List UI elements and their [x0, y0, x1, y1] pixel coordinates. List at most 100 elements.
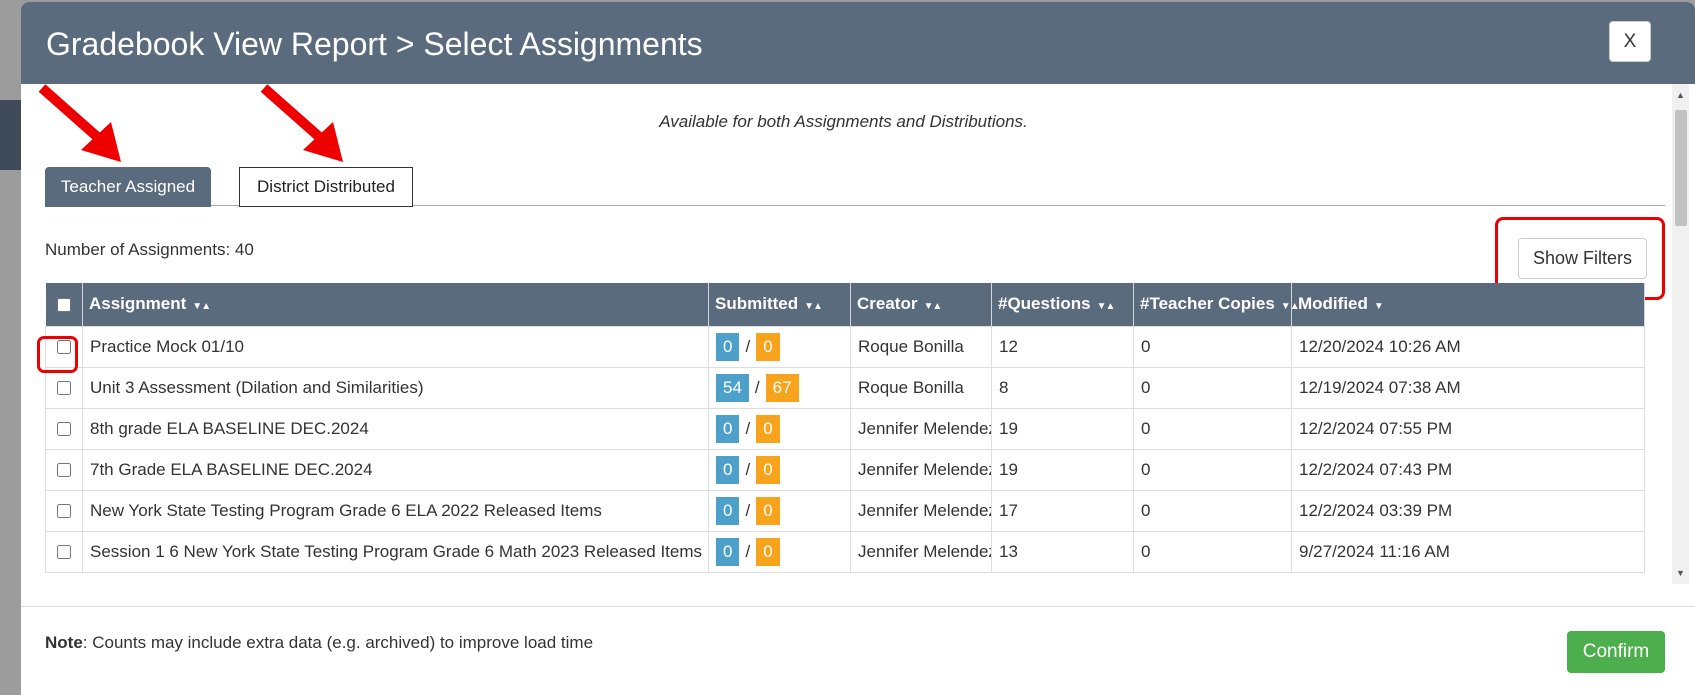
select-all-cell [45, 283, 83, 326]
submitted-cell: 0/0 [708, 448, 851, 491]
questions-cell: 8 [991, 366, 1134, 409]
modified-cell: 12/2/2024 03:39 PM [1291, 489, 1645, 532]
questions-cell: 19 [991, 407, 1134, 450]
row-checkbox[interactable] [57, 422, 71, 437]
table-row[interactable]: Practice Mock 01/10 0/0 Roque Bonilla 12 0 12… [45, 325, 1645, 368]
modified-cell: 12/20/2024 10:26 AM [1291, 325, 1645, 368]
questions-cell: 12 [991, 325, 1134, 368]
submitted-cell: 0/0 [708, 489, 851, 532]
row-checkbox[interactable] [57, 463, 71, 478]
column-questions[interactable]: #Questions ▼▲ [991, 283, 1134, 326]
assignment-name[interactable]: New York State Testing Program Grade 6 E… [82, 489, 709, 532]
total-count-badge: 0 [756, 414, 780, 443]
column-submitted[interactable]: Submitted ▼▲ [708, 283, 851, 326]
column-label: #Teacher Copies [1140, 294, 1275, 314]
row-checkbox-cell [45, 489, 83, 532]
confirm-button[interactable]: Confirm [1567, 631, 1665, 673]
checkbox-highlight [37, 336, 78, 373]
row-checkbox-cell [45, 530, 83, 573]
teacher-copies-cell: 0 [1133, 448, 1292, 491]
teacher-copies-cell: 0 [1133, 489, 1292, 532]
creator-cell: Jennifer Melendez [850, 530, 992, 573]
teacher-copies-cell: 0 [1133, 530, 1292, 573]
column-creator[interactable]: Creator ▼▲ [850, 283, 992, 326]
tab-teacher-assigned[interactable]: Teacher Assigned [45, 167, 211, 207]
table-header-row: Assignment ▼▲ Submitted ▼▲ Creator ▼▲ #Ques… [45, 283, 1645, 326]
separator: / [754, 377, 760, 397]
modified-cell: 9/27/2024 11:16 AM [1291, 530, 1645, 573]
table-row[interactable]: Unit 3 Assessment (Dilation and Similari… [45, 366, 1645, 409]
scroll-up-icon[interactable]: ▲ [1676, 90, 1685, 100]
submitted-cell: 0/0 [708, 530, 851, 573]
column-modified[interactable]: Modified ▼ [1291, 283, 1645, 326]
table-row[interactable]: 8th grade ELA BASELINE DEC.2024 0/0 Jennif… [45, 407, 1645, 450]
scroll-thumb[interactable] [1675, 110, 1687, 226]
column-assignment[interactable]: Assignment ▼▲ [82, 283, 709, 326]
assignment-name[interactable]: Session 1 6 New York State Testing Progr… [82, 530, 709, 573]
creator-cell: Jennifer Melendez [850, 489, 992, 532]
creator-cell: Jennifer Melendez [850, 448, 992, 491]
note-text: : Counts may include extra data (e.g. ar… [82, 633, 594, 652]
submitted-cell: 0/0 [708, 407, 851, 450]
row-checkbox-cell [45, 366, 83, 409]
submitted-count-badge: 54 [716, 373, 749, 402]
row-checkbox-cell [45, 448, 83, 491]
show-filters-button[interactable]: Show Filters [1518, 238, 1647, 279]
arrow-annotation-icon [38, 84, 121, 162]
separator: / [745, 418, 751, 438]
total-count-badge: 0 [756, 455, 780, 484]
row-checkbox-cell [45, 407, 83, 450]
sort-desc-icon: ▼ [1373, 301, 1384, 313]
sort-icon: ▼▲ [923, 301, 942, 313]
submitted-count-badge: 0 [716, 496, 740, 525]
row-checkbox[interactable] [57, 504, 71, 519]
questions-cell: 17 [991, 489, 1134, 532]
tab-district-distributed[interactable]: District Distributed [239, 167, 413, 207]
creator-cell: Jennifer Melendez [850, 407, 992, 450]
submitted-cell: 54/67 [708, 366, 851, 409]
assignment-name[interactable]: Unit 3 Assessment (Dilation and Similari… [82, 366, 709, 409]
sort-icon: ▼▲ [192, 301, 211, 313]
submitted-cell: 0/0 [708, 325, 851, 368]
teacher-copies-cell: 0 [1133, 325, 1292, 368]
select-all-checkbox[interactable] [56, 297, 71, 312]
assignment-name[interactable]: 8th grade ELA BASELINE DEC.2024 [82, 407, 709, 450]
total-count-badge: 0 [756, 332, 780, 361]
column-label: Creator [857, 294, 918, 314]
sort-icon: ▼▲ [1096, 301, 1116, 313]
assignment-name[interactable]: Practice Mock 01/10 [82, 325, 709, 368]
scroll-down-icon[interactable]: ▼ [1676, 568, 1685, 578]
separator: / [745, 500, 751, 520]
submitted-count-badge: 0 [716, 414, 740, 443]
background-nav-strip [0, 100, 22, 170]
creator-cell: Roque Bonilla [850, 325, 992, 368]
table-row[interactable]: New York State Testing Program Grade 6 E… [45, 489, 1645, 532]
creator-cell: Roque Bonilla [850, 366, 992, 409]
assignment-count: Number of Assignments: 40 [45, 240, 254, 259]
row-checkbox[interactable] [57, 381, 71, 396]
column-label: Assignment [89, 294, 187, 314]
row-checkbox[interactable] [57, 545, 71, 560]
column-label: Submitted [715, 294, 799, 314]
separator: / [745, 541, 751, 561]
teacher-copies-cell: 0 [1133, 407, 1292, 450]
submitted-count-badge: 0 [716, 332, 740, 361]
total-count-badge: 0 [756, 537, 780, 566]
sort-icon: ▼▲ [1280, 301, 1300, 313]
total-count-badge: 0 [756, 496, 780, 525]
questions-cell: 19 [991, 448, 1134, 491]
modal-title: Gradebook View Report > Select Assignmen… [46, 26, 703, 62]
assignment-name[interactable]: 7th Grade ELA BASELINE DEC.2024 [82, 448, 709, 491]
modal-scrollbar[interactable]: ▲ ▼ [1672, 84, 1689, 584]
close-button[interactable]: X [1609, 21, 1651, 62]
separator: / [745, 459, 751, 479]
sort-icon: ▼▲ [804, 301, 823, 313]
table-row[interactable]: Session 1 6 New York State Testing Progr… [45, 530, 1645, 573]
submitted-count-badge: 0 [716, 455, 740, 484]
questions-cell: 13 [991, 530, 1134, 573]
table-row[interactable]: 7th Grade ELA BASELINE DEC.2024 0/0 Jennif… [45, 448, 1645, 491]
submitted-count-badge: 0 [716, 537, 740, 566]
modal-header: Gradebook View Report > Select Assignmen… [21, 2, 1695, 84]
separator: / [745, 336, 751, 356]
column-teacher-copies[interactable]: #Teacher Copies ▼▲ [1133, 283, 1300, 326]
